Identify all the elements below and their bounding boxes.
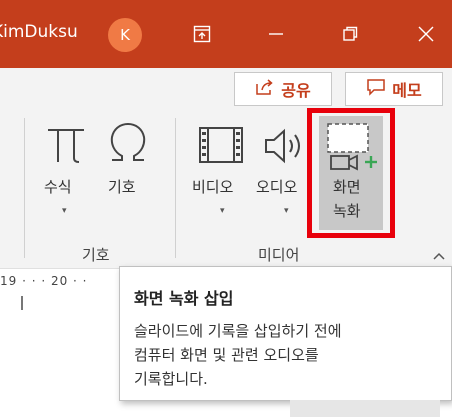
tooltip-description: 슬라이드에 기록을 삽입하기 전에 컴퓨터 화면 및 관련 오디오를 기록합니다… <box>134 319 444 391</box>
close-icon[interactable] <box>408 16 444 52</box>
ruler-text: 19 · · · 20 · · <box>0 274 88 288</box>
film-icon <box>198 126 244 168</box>
tooltip-line: 기록합니다. <box>134 370 208 388</box>
audio-label: 오디오 <box>256 178 298 196</box>
tooltip-line: 슬라이드에 기록을 삽입하기 전에 <box>134 322 342 340</box>
memo-label: 메모 <box>392 81 422 100</box>
collapse-ribbon-icon[interactable] <box>432 246 446 265</box>
group-separator <box>175 118 176 258</box>
user-name[interactable]: KimDuksu <box>0 22 78 42</box>
video-label: 비디오 <box>192 178 234 196</box>
speaker-icon <box>262 126 306 170</box>
memo-button[interactable]: 메모 <box>345 72 443 106</box>
equation-button[interactable]: 수식 ▾ <box>36 116 96 226</box>
ribbon-display-icon[interactable] <box>184 16 220 52</box>
group-label-media: 미디어 <box>258 246 300 264</box>
red-highlight-box <box>307 108 395 238</box>
minimize-icon[interactable] <box>258 16 294 52</box>
omega-icon <box>106 120 150 170</box>
group-label-symbols: 기호 <box>82 246 110 264</box>
group-separator <box>24 118 25 258</box>
share-button[interactable]: 공유 <box>234 72 332 106</box>
share-icon <box>255 78 275 100</box>
symbol-button[interactable]: 기호 <box>100 116 160 206</box>
share-label: 공유 <box>281 81 311 100</box>
tooltip-line: 컴퓨터 화면 및 관련 오디오를 <box>134 346 319 364</box>
chevron-down-icon: ▾ <box>220 206 225 216</box>
restore-icon[interactable] <box>332 16 368 52</box>
title-bar: KimDuksu K <box>0 0 452 68</box>
video-button[interactable]: 비디오 ▾ <box>188 116 254 226</box>
tooltip: 화면 녹화 삽입 슬라이드에 기록을 삽입하기 전에 컴퓨터 화면 및 관련 오… <box>119 266 452 401</box>
chevron-down-icon: ▾ <box>284 206 289 216</box>
comment-icon <box>366 78 386 100</box>
ruler-tick <box>21 296 23 310</box>
symbol-label: 기호 <box>108 178 136 196</box>
equation-label: 수식 <box>44 178 72 196</box>
tooltip-title: 화면 녹화 삽입 <box>134 289 234 308</box>
avatar[interactable]: K <box>108 18 142 52</box>
pi-icon <box>44 122 88 170</box>
chevron-down-icon: ▾ <box>62 206 67 216</box>
background-strip <box>290 400 440 417</box>
